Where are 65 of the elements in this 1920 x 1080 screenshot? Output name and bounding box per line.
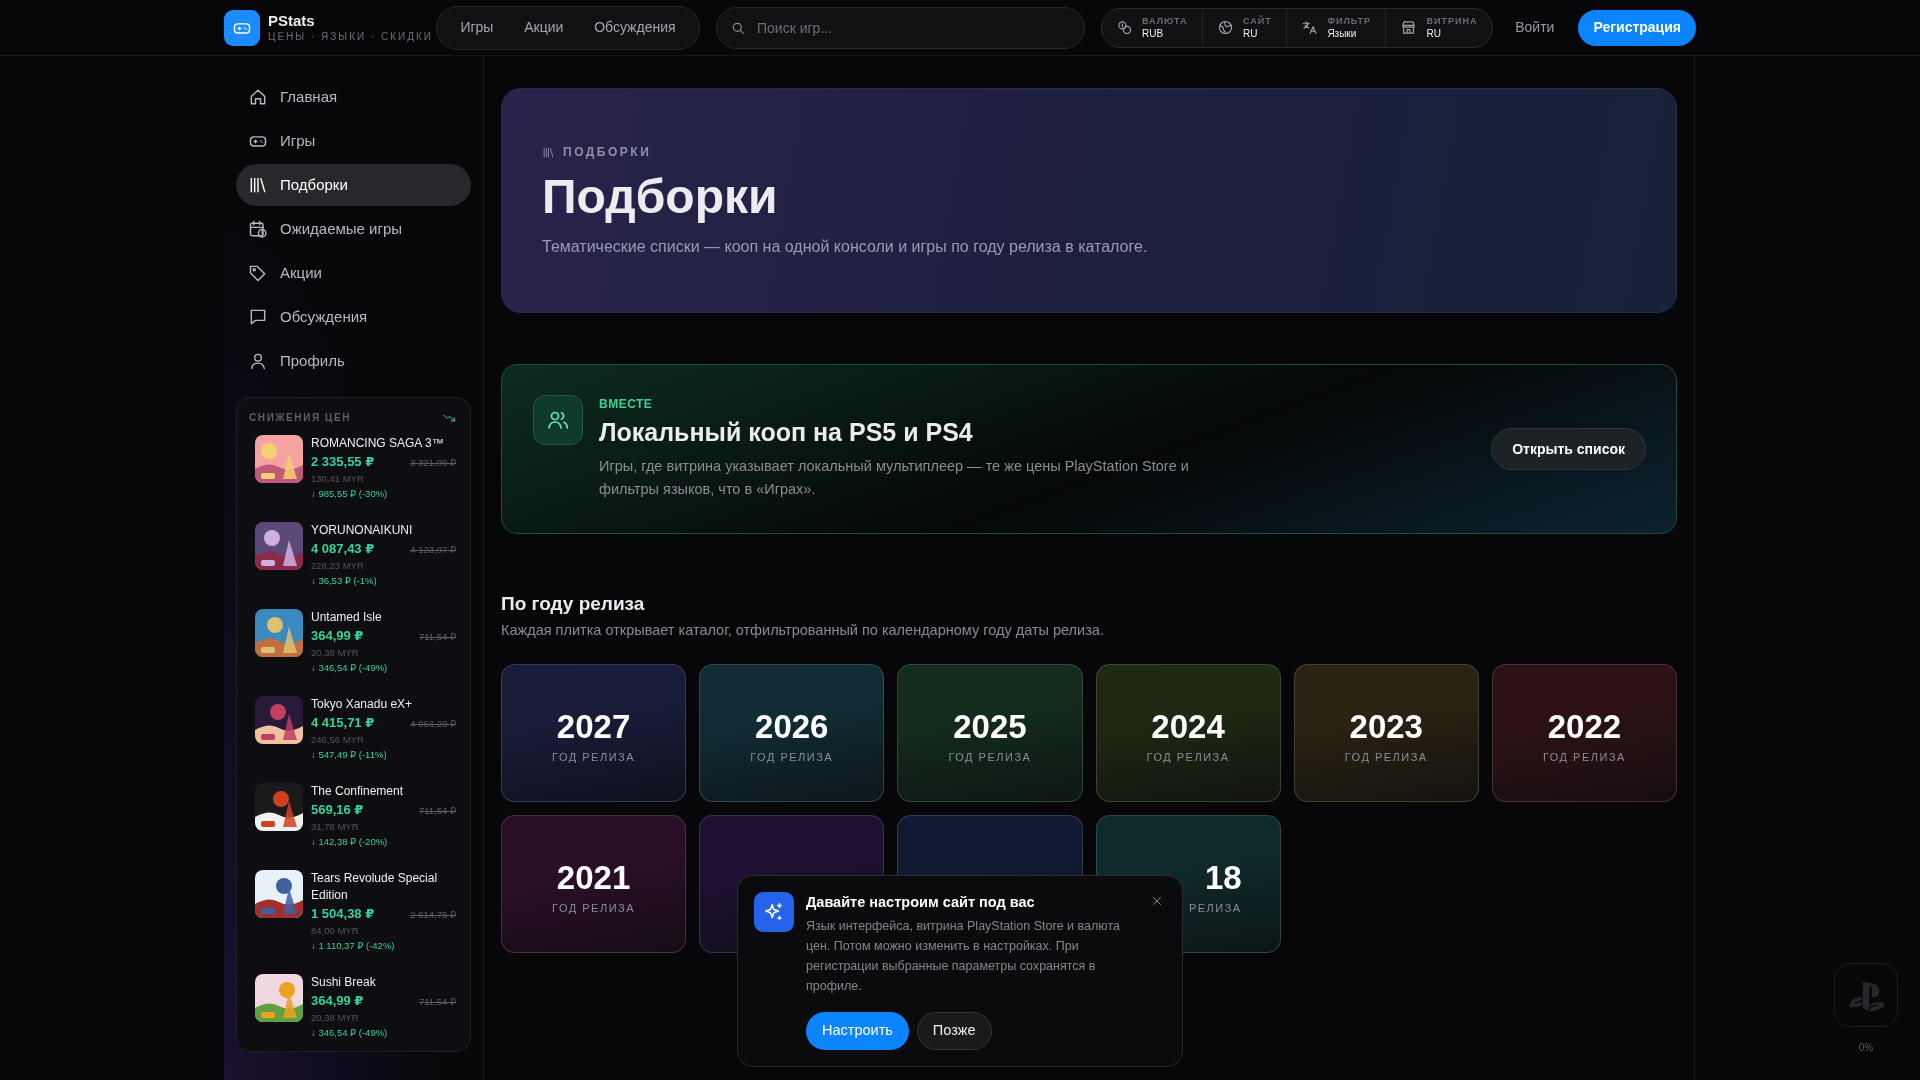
price-drop: ↓ 1 110,37 ₽ (-42%)	[311, 939, 396, 953]
sale-price: 4 415,71 ₽	[311, 714, 375, 732]
year-number: 2025	[953, 708, 1027, 746]
old-price: 2 614,75 ₽	[410, 908, 456, 922]
sale-price: 4 087,43 ₽	[311, 540, 375, 558]
old-price: 711,54 ₽	[418, 995, 456, 1009]
page-title: Подборки	[542, 169, 779, 225]
selector-value: RU	[1426, 26, 1442, 41]
sale-price: 364,99 ₽	[311, 627, 364, 645]
feature-description: Игры, где витрина указывает локальный мультиплеер — те же цены PlayStation Store и фильтры языков, что в «Играх».	[599, 457, 1190, 499]
feature-title: Локальный кооп на PS5 и PS4	[599, 417, 974, 448]
old-price: 711,54 ₽	[418, 630, 456, 644]
old-price: 3 321,09 ₽	[410, 456, 456, 470]
selector-value: Языки	[1327, 26, 1358, 41]
progress-reading: 0%	[1857, 1041, 1875, 1055]
selector-label: ВИТРИНА	[1426, 14, 1478, 27]
price-drop: ↓ 985,55 ₽ (-30%)	[311, 487, 389, 501]
brand-name: PStats	[268, 11, 316, 30]
old-price: 4 123,97 ₽	[410, 543, 456, 557]
selector-label: ФИЛЬТР	[1327, 14, 1371, 27]
year-number: 2024	[1151, 708, 1225, 746]
alt-price: 130,41 MYR	[311, 472, 365, 486]
year-caption: ГОД РЕЛИЗА	[1343, 750, 1429, 765]
section-title: По году релиза	[501, 592, 646, 616]
price-drop: ↓ 547,49 ₽ (-11%)	[311, 748, 388, 762]
popup-title: Давайте настроим сайт под вас	[806, 893, 1036, 912]
year-caption: ГОД РЕЛИЗА	[1145, 750, 1231, 765]
alt-price: 246,56 MYR	[311, 733, 365, 747]
alt-price: 20,38 MYR	[311, 646, 360, 660]
year-number: 2023	[1349, 708, 1423, 746]
year-number: 2022	[1547, 708, 1622, 746]
year-number: 18	[1204, 859, 1242, 897]
page-subtitle: Тематические списки — кооп на одной консоли и игры по году релиза в каталоге.	[542, 237, 1149, 257]
old-price: 4 963,20 ₽	[410, 717, 456, 731]
alt-price: 84,00 MYR	[311, 924, 360, 938]
price-drop: ↓ 36,53 ₽ (-1%)	[311, 574, 378, 588]
year-caption: РЕЛИЗА	[1188, 901, 1242, 916]
feature-eyebrow: ВМЕСТЕ	[599, 396, 654, 413]
year-number: 2021	[556, 859, 631, 897]
price-drop: ↓ 346,54 ₽ (-49%)	[311, 1026, 389, 1040]
brand-tagline: ЦЕНЫ · ЯЗЫКИ · СКИДКИ	[268, 29, 434, 44]
selector-value: RU	[1243, 26, 1259, 41]
year-number: 2027	[556, 708, 631, 746]
year-caption: ГОД РЕЛИЗА	[749, 750, 835, 765]
sale-price: 569,16 ₽	[311, 801, 364, 819]
alt-price: 20,38 MYR	[311, 1011, 360, 1025]
sale-price: 1 504,38 ₽	[311, 905, 375, 923]
old-price: 711,54 ₽	[418, 804, 456, 818]
selector-value: RUB	[1142, 26, 1165, 41]
alt-price: 31,78 MYR	[311, 820, 360, 834]
year-caption: ГОД РЕЛИЗА	[947, 750, 1033, 765]
year-caption: ГОД РЕЛИЗА	[551, 901, 637, 916]
panel-title: СНИЖЕНИЯ ЦЕН	[249, 411, 352, 425]
hero-eyebrow: ПОДБОРКИ	[563, 144, 652, 161]
section-subtitle: Каждая плитка открывает каталог, отфильтрованный по календарному году даты релиза.	[501, 621, 1105, 640]
year-caption: ГОД РЕЛИЗА	[551, 750, 637, 765]
alt-price: 228,23 MYR	[311, 559, 365, 573]
year-caption: ГОД РЕЛИЗА	[1541, 750, 1627, 765]
sale-price: 2 335,55 ₽	[311, 453, 375, 471]
selector-label: ВАЛЮТА	[1142, 14, 1188, 27]
sale-price: 364,99 ₽	[311, 992, 364, 1010]
price-drop: ↓ 346,54 ₽ (-49%)	[311, 661, 389, 675]
price-drop: ↓ 142,38 ₽ (-20%)	[311, 835, 389, 849]
selector-label: САЙТ	[1243, 14, 1272, 27]
year-number: 2026	[755, 708, 829, 746]
